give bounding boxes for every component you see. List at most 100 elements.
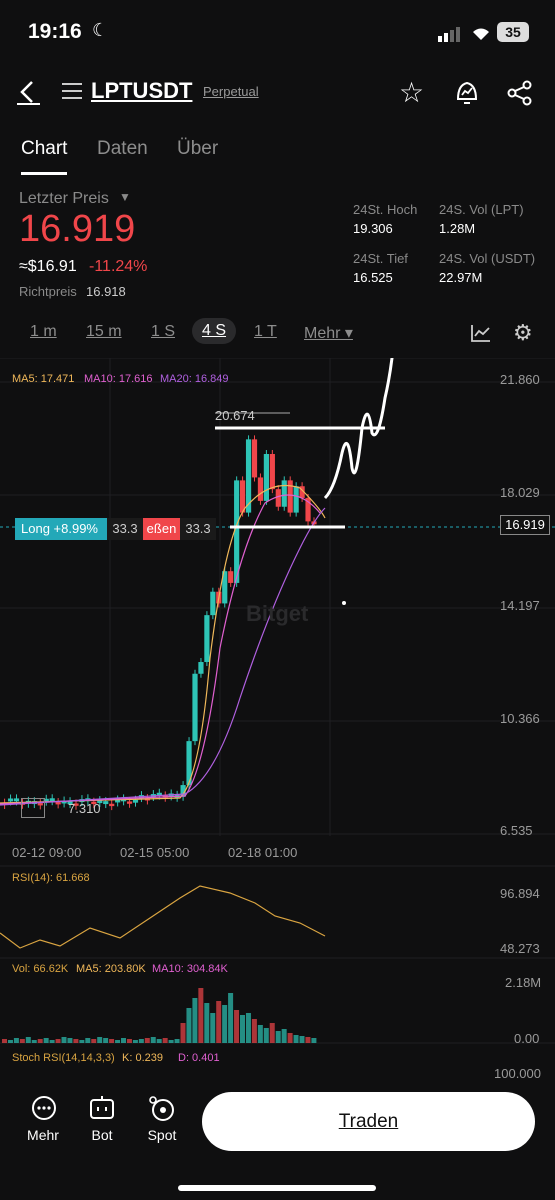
settings-gear-icon[interactable]: ⚙ [513, 320, 533, 346]
volume-bar [144, 1038, 150, 1043]
volume-bar [121, 1038, 126, 1043]
vol-lpt-label: 24S. Vol (LPT) [439, 202, 524, 217]
mark-price: 16.918 [86, 284, 126, 299]
volume-bar [2, 1039, 7, 1043]
spot-icon[interactable] [148, 1095, 176, 1123]
bot-label[interactable]: Bot [77, 1127, 127, 1143]
time-axis-2: 02-15 05:00 [120, 845, 190, 860]
volume-bar [97, 1037, 103, 1043]
volume-bar [91, 1039, 97, 1043]
rsi-label: RSI(14): 61.668 [12, 872, 90, 884]
candle [275, 489, 281, 507]
star-icon[interactable]: ☆ [399, 76, 424, 109]
volume-bar [216, 1001, 222, 1043]
volume-bar [311, 1038, 317, 1043]
volume-bar [31, 1040, 37, 1043]
more-label[interactable]: Mehr [18, 1127, 68, 1143]
candle [251, 439, 258, 478]
menu-icon[interactable] [62, 82, 82, 100]
watermark: Bitget [246, 601, 309, 626]
ma20-line [0, 507, 326, 806]
symbol-title[interactable]: LPTUSDT [91, 78, 192, 104]
drawn-dot [342, 601, 346, 605]
time-axis-1: 02-12 09:00 [12, 845, 82, 860]
candle [55, 802, 61, 805]
volume-bar [192, 998, 198, 1043]
tab-data[interactable]: Daten [97, 138, 148, 160]
wifi-icon [473, 28, 489, 40]
low-marker: 7.310 [68, 801, 101, 816]
last-price-label[interactable]: Letzter Preis [19, 190, 109, 208]
volume-bar [37, 1039, 43, 1043]
last-price: 16.919 [19, 208, 136, 250]
ma5-legend: MA5: 17.471 [12, 373, 75, 385]
spot-label[interactable]: Spot [137, 1127, 187, 1143]
ma10-legend: MA10: 17.616 [84, 373, 153, 385]
price-axis-2: 18.029 [500, 485, 540, 500]
candle [109, 803, 115, 807]
moon-icon: ☾ [92, 20, 109, 40]
close-position-button[interactable]: eßen [143, 518, 180, 540]
indicator-icon[interactable] [471, 324, 491, 342]
candle [126, 801, 133, 804]
volume-bar [305, 1037, 311, 1043]
ma10-line [0, 494, 321, 805]
interval-1h[interactable]: 1 S [151, 323, 175, 341]
volume-bar [240, 1015, 245, 1043]
interval-1m[interactable]: 1 m [30, 323, 57, 341]
tab-underline [21, 172, 67, 175]
tab-chart[interactable]: Chart [21, 138, 67, 160]
price-axis-4: 10.366 [500, 711, 540, 726]
vol-label: Vol: 66.62K [12, 963, 69, 975]
candle [49, 798, 55, 802]
volume-bar [198, 988, 204, 1043]
mark-price-label: Richtpreis [19, 284, 77, 299]
price-axis-3: 14.197 [500, 598, 540, 613]
volume-bar [299, 1036, 305, 1043]
volume-bar [162, 1038, 168, 1043]
share-icon[interactable] [507, 80, 533, 106]
scroll-to-latest-icon[interactable] [21, 798, 45, 818]
position-long-badge[interactable]: Long +8.99% [15, 518, 107, 540]
vol-ma5-label: MA5: 203.80K [76, 963, 146, 975]
contract-type: Perpetual [203, 84, 259, 99]
volume-bar [150, 1037, 156, 1043]
candlestick-chart[interactable] [0, 358, 555, 1086]
volume-bar [138, 1039, 144, 1043]
interval-more[interactable]: Mehr ▾ [304, 323, 353, 343]
volume-bar [275, 1031, 281, 1043]
tab-about[interactable]: Über [177, 138, 218, 160]
candle [7, 798, 14, 802]
volume-bar [103, 1038, 109, 1043]
volume-bar [49, 1040, 55, 1043]
volume-bar [115, 1040, 121, 1043]
volume-bar [79, 1040, 85, 1043]
volume-bar [61, 1037, 67, 1043]
volume-bar [55, 1039, 61, 1043]
volume-bar [85, 1038, 91, 1043]
chevron-down-icon[interactable]: ▼ [119, 190, 131, 204]
volume-bar [25, 1037, 31, 1043]
interval-4h[interactable]: 4 S [192, 318, 237, 344]
position-qty-value: 33.3 [112, 521, 138, 536]
volume-bar [156, 1039, 162, 1043]
high-value: 19.306 [353, 221, 393, 236]
interval-1d[interactable]: 1 T [254, 323, 277, 341]
volume-bar [269, 1023, 275, 1043]
bot-icon[interactable] [89, 1096, 115, 1120]
back-icon[interactable] [14, 78, 42, 106]
vol-axis-top: 2.18M [505, 975, 542, 990]
volume-bar [234, 1010, 240, 1043]
vol-ma10-label: MA10: 304.84K [152, 963, 228, 975]
usd-price: ≈$16.91 [19, 258, 77, 275]
current-price-tag[interactable]: 16.919 [500, 515, 550, 535]
rsi-axis-top: 96.894 [500, 886, 540, 901]
battery-icon: 35 [497, 22, 529, 42]
price-axis-5: 6.535 [500, 823, 533, 838]
price-alert-icon[interactable] [454, 79, 480, 107]
trade-button[interactable]: Traden [202, 1092, 535, 1151]
candle [103, 801, 109, 805]
price-axis-1: 21.860 [500, 372, 540, 387]
interval-15m[interactable]: 15 m [86, 323, 122, 341]
volume-bar [293, 1035, 299, 1043]
